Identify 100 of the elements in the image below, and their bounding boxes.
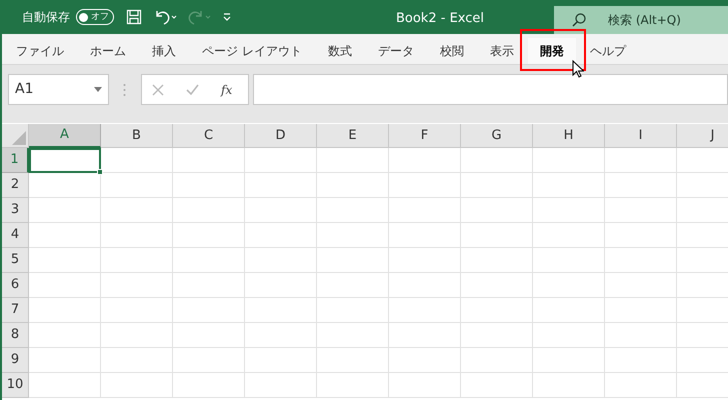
grid-cell[interactable] xyxy=(101,348,173,373)
grid-cell[interactable] xyxy=(317,348,389,373)
grid-cell[interactable] xyxy=(389,348,461,373)
grid-cell[interactable] xyxy=(389,273,461,298)
ribbon-tab[interactable]: ページ レイアウト xyxy=(190,38,314,64)
grid-cell[interactable] xyxy=(533,323,605,348)
grid-cell[interactable] xyxy=(605,373,677,398)
grid-cell[interactable] xyxy=(461,323,533,348)
grid-cell[interactable] xyxy=(29,348,101,373)
grid-cell[interactable] xyxy=(317,323,389,348)
grid-cell[interactable] xyxy=(605,348,677,373)
grid-cell[interactable] xyxy=(605,248,677,273)
grid-cell[interactable] xyxy=(173,323,245,348)
grid-cell[interactable] xyxy=(245,298,317,323)
grid-cell[interactable] xyxy=(101,248,173,273)
column-header[interactable]: F xyxy=(389,124,461,148)
row-header[interactable]: 6 xyxy=(2,273,29,298)
grid-cell[interactable] xyxy=(173,298,245,323)
search-field[interactable]: 検索 (Alt+Q) xyxy=(554,6,728,34)
grid-cell[interactable] xyxy=(461,298,533,323)
ribbon-tab[interactable]: 挿入 xyxy=(140,38,188,64)
checkmark-icon[interactable] xyxy=(186,84,199,95)
column-header[interactable]: B xyxy=(101,124,173,148)
splitter-handle-icon[interactable] xyxy=(123,82,126,96)
grid-cell[interactable] xyxy=(173,373,245,398)
grid-cell[interactable] xyxy=(461,173,533,198)
grid-cell[interactable] xyxy=(29,223,101,248)
grid-cell[interactable] xyxy=(173,273,245,298)
grid-cell[interactable] xyxy=(317,173,389,198)
grid-cell[interactable] xyxy=(389,248,461,273)
grid-cell[interactable] xyxy=(533,173,605,198)
grid-cell[interactable] xyxy=(605,223,677,248)
grid-cell[interactable] xyxy=(245,173,317,198)
column-header[interactable]: I xyxy=(605,124,677,148)
grid-cell[interactable] xyxy=(533,223,605,248)
grid-cell[interactable] xyxy=(461,348,533,373)
grid-cell[interactable] xyxy=(173,198,245,223)
grid-cell[interactable] xyxy=(317,298,389,323)
column-header[interactable]: J xyxy=(677,124,728,148)
grid-cell[interactable] xyxy=(29,198,101,223)
column-header[interactable]: C xyxy=(173,124,245,148)
grid-cell[interactable] xyxy=(101,323,173,348)
grid-cell[interactable] xyxy=(389,298,461,323)
grid-cell[interactable] xyxy=(173,348,245,373)
column-header[interactable]: E xyxy=(317,124,389,148)
grid-cell[interactable] xyxy=(533,148,605,173)
grid-cell[interactable] xyxy=(245,348,317,373)
grid-cell[interactable] xyxy=(533,298,605,323)
grid-cell[interactable] xyxy=(533,198,605,223)
column-header[interactable]: D xyxy=(245,124,317,148)
grid-cell[interactable] xyxy=(605,298,677,323)
column-header[interactable]: G xyxy=(461,124,533,148)
ribbon-tab[interactable]: 数式 xyxy=(316,38,364,64)
grid-cell[interactable] xyxy=(101,373,173,398)
grid-cell[interactable] xyxy=(101,173,173,198)
grid-cell[interactable] xyxy=(389,223,461,248)
grid-cell[interactable] xyxy=(173,248,245,273)
save-icon[interactable] xyxy=(126,9,142,25)
row-header[interactable]: 9 xyxy=(2,348,29,373)
grid-cell[interactable] xyxy=(461,198,533,223)
grid-cell[interactable] xyxy=(101,298,173,323)
formula-input[interactable] xyxy=(253,74,728,105)
grid-cell[interactable] xyxy=(605,148,677,173)
grid-cell[interactable] xyxy=(461,248,533,273)
autosave-toggle[interactable]: オフ xyxy=(76,9,114,25)
grid-cell[interactable] xyxy=(29,298,101,323)
grid-cell[interactable] xyxy=(101,273,173,298)
grid-cell[interactable] xyxy=(605,198,677,223)
grid-cell[interactable] xyxy=(317,198,389,223)
grid-cell[interactable] xyxy=(173,223,245,248)
grid-cell[interactable] xyxy=(317,373,389,398)
grid-cell[interactable] xyxy=(605,323,677,348)
grid-cell[interactable] xyxy=(533,373,605,398)
column-header[interactable]: H xyxy=(533,124,605,148)
grid-cell[interactable] xyxy=(533,273,605,298)
row-header[interactable]: 2 xyxy=(2,173,29,198)
grid-cell[interactable] xyxy=(245,323,317,348)
grid-cell[interactable] xyxy=(173,173,245,198)
grid-cell[interactable] xyxy=(389,148,461,173)
customize-icon[interactable] xyxy=(222,12,232,22)
grid-cell[interactable] xyxy=(29,373,101,398)
undo-icon[interactable] xyxy=(154,9,178,25)
grid-cell[interactable] xyxy=(245,273,317,298)
ribbon-tab[interactable]: 表示 xyxy=(478,38,526,64)
grid-cell[interactable] xyxy=(245,148,317,173)
cancel-icon[interactable] xyxy=(152,84,164,96)
name-box[interactable]: A1 xyxy=(8,74,109,105)
grid-cell[interactable] xyxy=(317,248,389,273)
ribbon-tab[interactable]: データ xyxy=(366,38,426,64)
grid-cell[interactable] xyxy=(389,373,461,398)
row-header[interactable]: 1 xyxy=(2,148,29,173)
select-all-corner[interactable] xyxy=(2,124,29,148)
row-header[interactable]: 8 xyxy=(2,323,29,348)
dropdown-icon[interactable] xyxy=(94,87,102,92)
ribbon-tab[interactable]: ヘルプ xyxy=(578,38,638,64)
grid-cell[interactable] xyxy=(245,248,317,273)
grid-cell[interactable] xyxy=(605,173,677,198)
grid-cell[interactable] xyxy=(461,148,533,173)
grid-cell[interactable] xyxy=(29,273,101,298)
row-header[interactable]: 7 xyxy=(2,298,29,323)
